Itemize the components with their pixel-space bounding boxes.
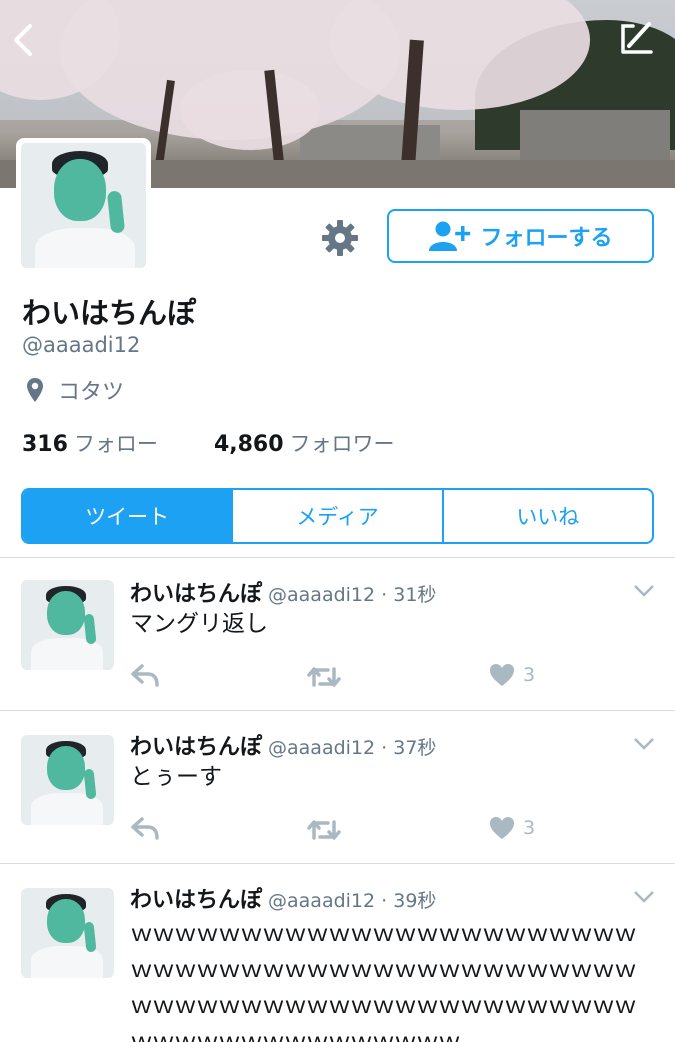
retweet-icon[interactable] [306,663,342,691]
location-pin-icon [27,378,43,402]
chevron-left-icon [14,24,32,56]
profile-tabs: ツイート メディア いいね [21,488,654,544]
tweet-actions: 3 [130,816,550,846]
reply-icon[interactable] [130,663,160,689]
tweet-header: わいはちんぽ @aaaadi12 · 31秒 [130,582,437,607]
location-text: コタツ [58,380,125,405]
followers-label: フォロワー [289,432,395,456]
profile-avatar[interactable] [16,138,151,273]
reply-icon[interactable] [130,816,160,842]
tweet-avatar[interactable] [21,735,114,825]
add-user-icon [429,221,471,251]
tweet-item[interactable]: わいはちんぽ @aaaadi12 · 37秒 とぅーす 3 [0,711,675,863]
profile-stats: 316 フォロー 4,860 フォロワー [22,428,395,458]
heart-icon [490,817,514,839]
back-button[interactable] [8,20,40,60]
tweet-item[interactable]: わいはちんぽ @aaaadi12 · 31秒 マングリ返し 3 [0,558,675,710]
tweet-avatar[interactable] [21,580,114,670]
tweet-author-handle: @aaaadi12 [268,584,376,606]
tweet-author-name: わいはちんぽ [130,735,263,760]
following-stat[interactable]: 316 フォロー [22,428,158,458]
compose-button[interactable] [617,18,657,58]
tweet-item[interactable]: わいはちんぽ @aaaadi12 · 39秒 ｗｗｗｗｗｗｗｗｗｗｗｗｗｗｗｗｗｗ… [0,864,675,1042]
followers-count: 4,860 [213,432,284,457]
following-label: フォロー [73,432,158,456]
tweet-header: わいはちんぽ @aaaadi12 · 39秒 [130,888,437,913]
tweet-time: 31秒 [393,584,437,606]
tweet-author-name: わいはちんぽ [130,582,263,607]
tweet-text: とぅーす [130,764,222,790]
chevron-down-icon[interactable] [633,584,655,598]
heart-icon [490,664,514,686]
follow-button[interactable]: フォローする [387,209,654,263]
location: コタツ [26,374,124,406]
gear-icon [322,220,358,256]
tab-tweets[interactable]: ツイート [23,490,234,542]
tab-likes[interactable]: いいね [444,490,652,542]
follow-button-label: フォローする [480,226,613,251]
tweet-time: 39秒 [393,890,437,912]
tweet-avatar[interactable] [21,888,114,978]
banner-blossom [180,70,320,150]
banner-house [520,110,670,160]
banner-house [300,125,440,160]
tweet-text: マングリ返し [130,611,268,637]
tweet-author-name: わいはちんぽ [130,888,263,913]
like-count: 3 [523,664,536,686]
tab-media[interactable]: メディア [233,490,444,542]
tweet-actions: 3 [130,663,550,693]
like-button[interactable]: 3 [489,816,535,840]
tweet-header: わいはちんぽ @aaaadi12 · 37秒 [130,735,437,760]
like-count: 3 [523,817,536,839]
like-button[interactable]: 3 [489,663,535,687]
compose-icon [621,22,653,54]
chevron-down-icon[interactable] [633,890,655,904]
following-count: 316 [22,432,68,457]
retweet-icon[interactable] [306,816,342,844]
chevron-down-icon[interactable] [633,737,655,751]
display-name: わいはちんぽ [22,296,197,330]
tweet-text: ｗｗｗｗｗｗｗｗｗｗｗｗｗｗｗｗｗｗｗｗｗｗｗｗｗｗｗｗｗｗｗｗｗｗｗｗｗｗｗｗ… [130,921,637,1042]
avatar-image [21,143,146,268]
settings-button[interactable] [320,218,360,258]
tweet-author-handle: @aaaadi12 [268,890,376,912]
handle: @aaaadi12 [22,333,141,357]
followers-stat[interactable]: 4,860 フォロワー [214,428,395,458]
tweet-author-handle: @aaaadi12 [268,737,376,759]
tweet-time: 37秒 [393,737,437,759]
